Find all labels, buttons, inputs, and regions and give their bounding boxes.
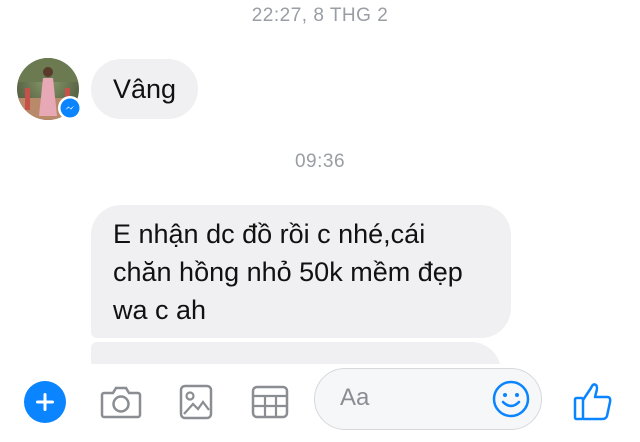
plus-icon[interactable] [24,381,66,423]
composer-bar: Aa [0,364,640,442]
message-text-line: chăn hồng nhỏ 50k mềm đẹp [113,257,463,287]
emoji-icon[interactable] [491,379,531,419]
message-text: Vâng [113,74,177,104]
message-input[interactable]: Aa [314,368,542,430]
message-bubble[interactable]: E nhận dc đồ rồi c nhé,cái chăn hồng nhỏ… [91,205,511,338]
photo-icon[interactable] [178,381,214,423]
message-text-line: E nhận dc đồ rồi c nhé,cái [113,219,426,249]
camera-icon[interactable] [99,381,143,423]
message-text-line: wa c ah [113,295,207,325]
input-placeholder: Aa [340,384,370,411]
thumbs-up-icon[interactable] [570,376,616,426]
gif-icon[interactable] [250,381,290,423]
message-bubble[interactable]: Vâng [91,59,199,119]
timestamp: 09:36 [294,151,346,172]
timestamp: 22:27, 8 THG 2 [251,5,389,26]
messenger-badge-icon [58,96,82,120]
